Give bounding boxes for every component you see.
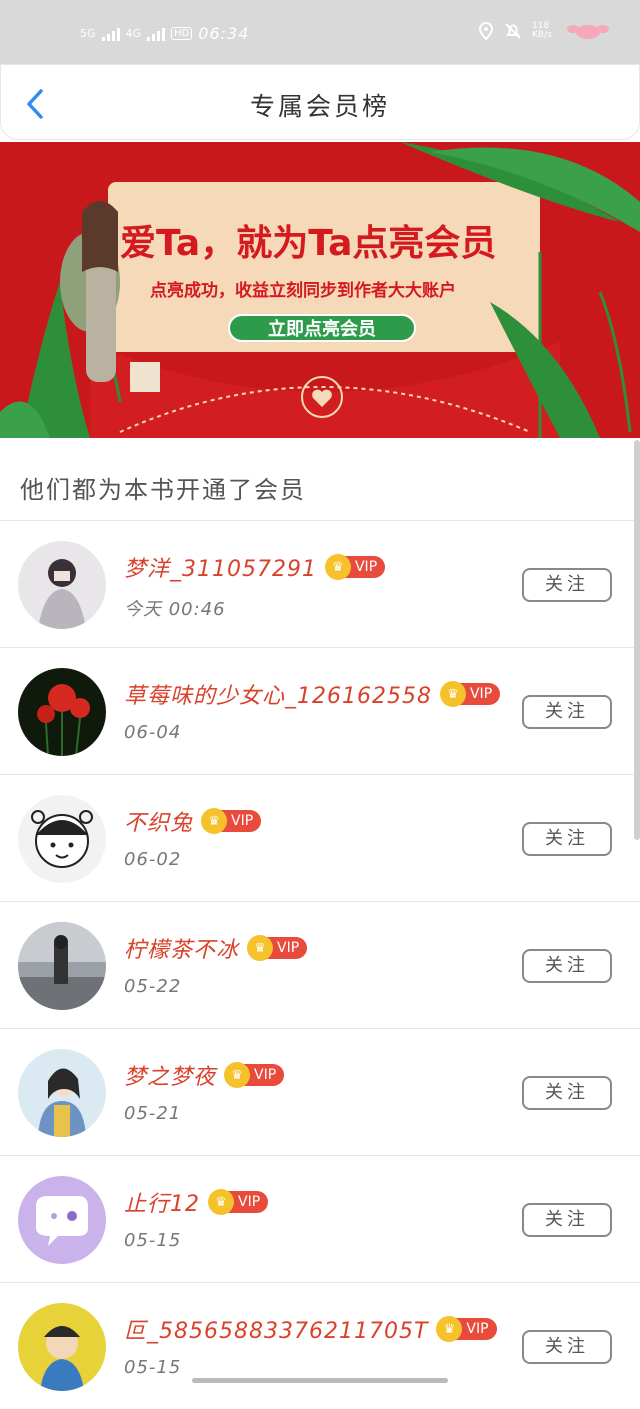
vip-badge: ♛ VIP <box>247 935 308 961</box>
member-name[interactable]: 梦之梦夜 <box>124 1059 216 1091</box>
crown-icon: ♛ <box>439 681 466 707</box>
name-line: 止行12 ♛ VIP <box>124 1186 269 1218</box>
member-date: 05-15 <box>124 1230 182 1251</box>
list-item[interactable]: 不织兔 ♛ VIP 06-02 关注 <box>0 774 640 901</box>
avatar[interactable] <box>18 1303 106 1391</box>
crown-icon: ♛ <box>247 935 274 961</box>
avatar[interactable] <box>18 668 106 756</box>
vip-badge: ♛ VIP <box>224 1062 285 1088</box>
member-date: 05-22 <box>124 976 182 997</box>
section-title: 他们都为本书开通了会员 <box>20 476 306 504</box>
member-date: 05-21 <box>124 1103 182 1124</box>
member-name[interactable]: 梦洋_311057291 <box>124 551 317 583</box>
name-line: 叵_58565883376211705T ♛ VIP <box>124 1313 497 1345</box>
crown-icon: ♛ <box>208 1189 234 1215</box>
avatar[interactable] <box>18 795 106 883</box>
status-bar: 5G 4G HD 06:34 118 KB/s <box>0 0 640 64</box>
network-speed: 118 KB/s <box>532 21 552 40</box>
status-left: 5G 4G HD 06:34 <box>80 24 249 43</box>
name-line: 柠檬茶不冰 ♛ VIP <box>124 932 308 964</box>
follow-button[interactable]: 关注 <box>522 1203 612 1237</box>
signal-icon <box>101 27 120 41</box>
list-item[interactable]: 梦洋_311057291 ♛ VIP 今天 00:46 关注 <box>0 520 640 647</box>
follow-button[interactable]: 关注 <box>522 1330 612 1364</box>
member-date: 06-04 <box>124 722 182 743</box>
vip-badge: ♛ VIP <box>324 554 386 580</box>
vip-badge: ♛ VIP <box>439 681 501 707</box>
status-right: 118 KB/s <box>478 22 610 40</box>
list-item[interactable]: 止行12 ♛ VIP 05-15 关注 <box>0 1155 640 1282</box>
member-date: 06-02 <box>124 849 182 870</box>
status-time: 06:34 <box>198 24 250 43</box>
follow-button[interactable]: 关注 <box>522 822 612 856</box>
follow-button[interactable]: 关注 <box>522 568 612 602</box>
page-title: 专属会员榜 <box>249 92 390 121</box>
vip-badge: ♛ VIP <box>208 1189 269 1215</box>
nav-bar: 专属会员榜 <box>0 64 640 140</box>
avatar[interactable] <box>18 922 106 1010</box>
home-indicator[interactable] <box>192 1378 448 1383</box>
member-date: 05-15 <box>124 1357 182 1378</box>
name-line: 梦之梦夜 ♛ VIP <box>124 1059 285 1091</box>
list-item[interactable]: 梦之梦夜 ♛ VIP 05-21 关注 <box>0 1028 640 1155</box>
vip-badge: ♛ VIP <box>201 808 262 834</box>
signal-icon-2 <box>147 27 166 41</box>
network-label-2: 4G <box>125 27 142 40</box>
location-icon <box>478 22 494 40</box>
member-name[interactable]: 草莓味的少女心_126162558 <box>124 678 432 710</box>
crown-icon: ♛ <box>324 554 351 580</box>
name-line: 梦洋_311057291 ♛ VIP <box>124 551 386 583</box>
pig-logo-icon <box>567 25 609 39</box>
list-item[interactable]: 柠檬茶不冰 ♛ VIP 05-22 关注 <box>0 901 640 1028</box>
promo-banner[interactable]: 爱Ta，就为Ta点亮会员 点亮成功，收益立刻同步到作者大大账户 立即点亮会员 <box>0 142 640 438</box>
member-list: 梦洋_311057291 ♛ VIP 今天 00:46 关注 草莓味的少女心_12… <box>0 520 640 1409</box>
hd-badge: HD <box>171 27 193 40</box>
member-date: 今天 00:46 <box>124 599 226 620</box>
follow-button[interactable]: 关注 <box>522 695 612 729</box>
follow-button[interactable]: 关注 <box>522 949 612 983</box>
bell-off-icon <box>505 23 521 39</box>
follow-button[interactable]: 关注 <box>522 1076 612 1110</box>
member-name[interactable]: 叵_58565883376211705T <box>124 1313 428 1345</box>
member-name[interactable]: 止行12 <box>124 1186 200 1218</box>
avatar[interactable] <box>18 541 106 629</box>
light-up-vip-button[interactable]: 立即点亮会员 <box>228 314 416 342</box>
network-label-1: 5G <box>80 27 96 40</box>
list-item[interactable]: 叵_58565883376211705T ♛ VIP 05-15 关注 <box>0 1282 640 1409</box>
banner-subtitle: 点亮成功，收益立刻同步到作者大大账户 <box>150 281 456 301</box>
member-name[interactable]: 柠檬茶不冰 <box>124 932 239 964</box>
crown-icon: ♛ <box>201 808 228 834</box>
vip-badge: ♛ VIP <box>436 1316 497 1342</box>
member-name[interactable]: 不织兔 <box>124 805 193 837</box>
avatar[interactable] <box>18 1176 106 1264</box>
banner-headline: 爱Ta，就为Ta点亮会员 <box>120 223 497 264</box>
name-line: 不织兔 ♛ VIP <box>124 805 262 837</box>
list-item[interactable]: 草莓味的少女心_126162558 ♛ VIP 06-04 关注 <box>0 647 640 774</box>
crown-icon: ♛ <box>436 1316 463 1342</box>
crown-icon: ♛ <box>224 1062 251 1088</box>
avatar[interactable] <box>18 1049 106 1137</box>
scrollbar[interactable] <box>634 440 640 840</box>
name-line: 草莓味的少女心_126162558 ♛ VIP <box>124 678 501 710</box>
